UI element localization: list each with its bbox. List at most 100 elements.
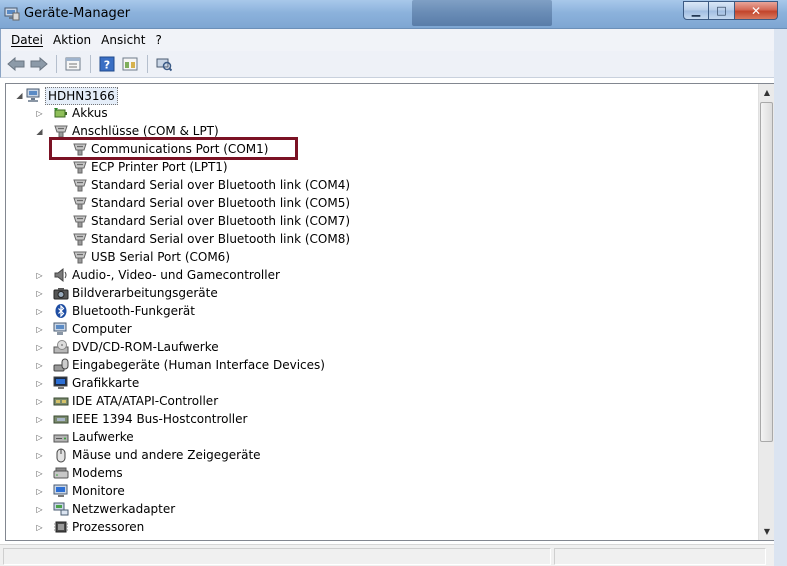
tree-item-label[interactable]: Eingabegeräte (Human Interface Devices) — [72, 357, 325, 373]
tree-item-label[interactable]: ECP Printer Port (LPT1) — [91, 159, 228, 175]
port-icon — [72, 159, 88, 175]
tree-child-item[interactable]: Standard Serial over Bluetooth link (COM… — [6, 176, 760, 194]
collapse-arrow-icon[interactable]: ▷ — [35, 289, 44, 298]
tree-item-label[interactable]: Modems — [72, 465, 123, 481]
collapse-arrow-icon[interactable]: ▷ — [35, 433, 44, 442]
tree-category-item[interactable]: ▷ Eingabegeräte (Human Interface Devices) — [6, 356, 760, 374]
window-border-right — [774, 29, 787, 566]
tree-category-item[interactable]: ◢ Anschlüsse (COM & LPT) — [6, 122, 760, 140]
vertical-scrollbar[interactable]: ▲ ▼ — [758, 84, 774, 540]
tree-item-label[interactable]: Grafikkarte — [72, 375, 139, 391]
collapse-arrow-icon[interactable]: ▷ — [35, 343, 44, 352]
tree-category-item[interactable]: ▷ IEEE 1394 Bus-Hostcontroller — [6, 410, 760, 428]
tree-category-item[interactable]: ▷ Mäuse und andere Zeigegeräte — [6, 446, 760, 464]
menu-aktion[interactable]: Aktion — [48, 33, 96, 47]
view-button[interactable] — [119, 53, 141, 75]
tree-category-item[interactable]: ▷ Prozessoren — [6, 518, 760, 536]
tree-item-label[interactable]: Monitore — [72, 483, 125, 499]
menu-datei[interactable]: Datei — [6, 33, 48, 47]
processor-icon — [53, 519, 69, 535]
scroll-up-arrow-icon[interactable]: ▲ — [759, 84, 775, 101]
collapse-arrow-icon[interactable]: ▷ — [35, 361, 44, 370]
collapse-arrow-icon[interactable]: ▷ — [35, 307, 44, 316]
tree-category-item[interactable]: ▷ Computer — [6, 320, 760, 338]
tree-item-label[interactable]: Netzwerkadapter — [72, 501, 175, 517]
tree-item-label[interactable]: Standard Serial over Bluetooth link (COM… — [91, 231, 350, 247]
tree-item-label[interactable]: Bluetooth-Funkgerät — [72, 303, 195, 319]
collapse-arrow-icon[interactable]: ▷ — [35, 505, 44, 514]
collapse-arrow-icon[interactable]: ▷ — [35, 379, 44, 388]
toolbar-separator — [56, 55, 57, 73]
tree-item-label[interactable]: IEEE 1394 Bus-Hostcontroller — [72, 411, 247, 427]
scan-hardware-button[interactable] — [153, 53, 175, 75]
help-button[interactable]: ? — [96, 53, 118, 75]
collapse-arrow-icon[interactable]: ▷ — [35, 469, 44, 478]
maximize-icon: □ — [716, 4, 727, 17]
expand-arrow-icon[interactable]: ◢ — [35, 127, 44, 136]
forward-button[interactable] — [28, 53, 50, 75]
tree-item-label[interactable]: Computer — [72, 321, 132, 337]
computer-icon — [53, 321, 69, 337]
tree-category-item[interactable]: ▷ Akkus — [6, 104, 760, 122]
device-tree[interactable]: ◢ HDHN3166 ▷ Akkus ◢ Anschlüsse (COM & LPT)… — [5, 83, 774, 541]
tree-child-item[interactable]: Communications Port (COM1) — [6, 140, 760, 158]
expand-arrow-icon[interactable]: ◢ — [15, 91, 24, 100]
scroll-down-arrow-icon[interactable]: ▼ — [759, 523, 775, 540]
tree-child-item[interactable]: Standard Serial over Bluetooth link (COM… — [6, 194, 760, 212]
tree-category-item[interactable]: ▷ Bluetooth-Funkgerät — [6, 302, 760, 320]
title-bar[interactable]: Geräte-Manager ▁ □ ✕ — [0, 0, 787, 29]
tree-category-item[interactable]: ▷ IDE ATA/ATAPI-Controller — [6, 392, 760, 410]
tree-item-label[interactable]: Standard Serial over Bluetooth link (COM… — [91, 213, 350, 229]
tree-category-item[interactable]: ▷ Monitore — [6, 482, 760, 500]
tree-category-item[interactable]: ▷ Laufwerke — [6, 428, 760, 446]
tree-category-item[interactable]: ▷ Bildverarbeitungsgeräte — [6, 284, 760, 302]
menu-ansicht[interactable]: Ansicht — [96, 33, 150, 47]
port-icon — [53, 123, 69, 139]
collapse-arrow-icon[interactable]: ▷ — [35, 487, 44, 496]
tree-item-label[interactable]: Anschlüsse (COM & LPT) — [72, 123, 219, 139]
tree-item-label[interactable]: Communications Port (COM1) — [91, 141, 268, 157]
tree-child-item[interactable]: Standard Serial over Bluetooth link (COM… — [6, 212, 760, 230]
collapse-arrow-icon[interactable]: ▷ — [35, 397, 44, 406]
tree-item-label[interactable]: Audio-, Video- und Gamecontroller — [72, 267, 280, 283]
collapse-arrow-icon[interactable]: ▷ — [35, 451, 44, 460]
tree-item-label[interactable]: Standard Serial over Bluetooth link (COM… — [91, 177, 350, 193]
minimize-icon: ▁ — [691, 4, 701, 17]
scrollbar-thumb[interactable] — [760, 102, 773, 442]
tree-category-item[interactable]: ▷ Modems — [6, 464, 760, 482]
back-button[interactable] — [5, 53, 27, 75]
collapse-arrow-icon[interactable]: ▷ — [35, 325, 44, 334]
minimize-button[interactable]: ▁ — [683, 1, 709, 20]
tree-item-label[interactable]: Akkus — [72, 105, 108, 121]
tree-category-item[interactable]: ▷ DVD/CD-ROM-Laufwerke — [6, 338, 760, 356]
tree-item-label[interactable]: Mäuse und andere Zeigegeräte — [72, 447, 261, 463]
tree-item-label[interactable]: IDE ATA/ATAPI-Controller — [72, 393, 218, 409]
collapse-arrow-icon[interactable]: ▷ — [35, 523, 44, 532]
tree-child-item[interactable]: ECP Printer Port (LPT1) — [6, 158, 760, 176]
tree-category-item[interactable]: ▷ Audio-, Video- und Gamecontroller — [6, 266, 760, 284]
tree-root[interactable]: ◢ HDHN3166 — [6, 86, 760, 105]
tree-item-label[interactable]: USB Serial Port (COM6) — [91, 249, 230, 265]
tree-category-item[interactable]: ▷ Grafikkarte — [6, 374, 760, 392]
tree-child-item[interactable]: Standard Serial over Bluetooth link (COM… — [6, 230, 760, 248]
port-icon — [72, 249, 88, 265]
properties-button[interactable] — [62, 53, 84, 75]
collapse-arrow-icon[interactable]: ▷ — [35, 271, 44, 280]
tree-item-label[interactable]: Standard Serial over Bluetooth link (COM… — [91, 195, 350, 211]
port-icon — [72, 141, 88, 157]
menu-bar: Datei Aktion Ansicht ? — [0, 29, 783, 51]
menu-help[interactable]: ? — [150, 33, 166, 47]
maximize-button[interactable]: □ — [709, 1, 735, 20]
tree-item-label[interactable]: Prozessoren — [72, 519, 144, 535]
computer-icon — [26, 87, 42, 103]
tree-category-item[interactable]: ▷ Netzwerkadapter — [6, 500, 760, 518]
close-button[interactable]: ✕ — [735, 1, 778, 20]
tree-child-item[interactable]: USB Serial Port (COM6) — [6, 248, 760, 266]
collapse-arrow-icon[interactable]: ▷ — [35, 415, 44, 424]
device-manager-app-icon[interactable] — [4, 7, 20, 21]
root-label[interactable]: HDHN3166 — [45, 87, 118, 105]
tree-item-label[interactable]: Laufwerke — [72, 429, 134, 445]
collapse-arrow-icon[interactable]: ▷ — [35, 109, 44, 118]
tree-item-label[interactable]: DVD/CD-ROM-Laufwerke — [72, 339, 219, 355]
tree-item-label[interactable]: Bildverarbeitungsgeräte — [72, 285, 218, 301]
